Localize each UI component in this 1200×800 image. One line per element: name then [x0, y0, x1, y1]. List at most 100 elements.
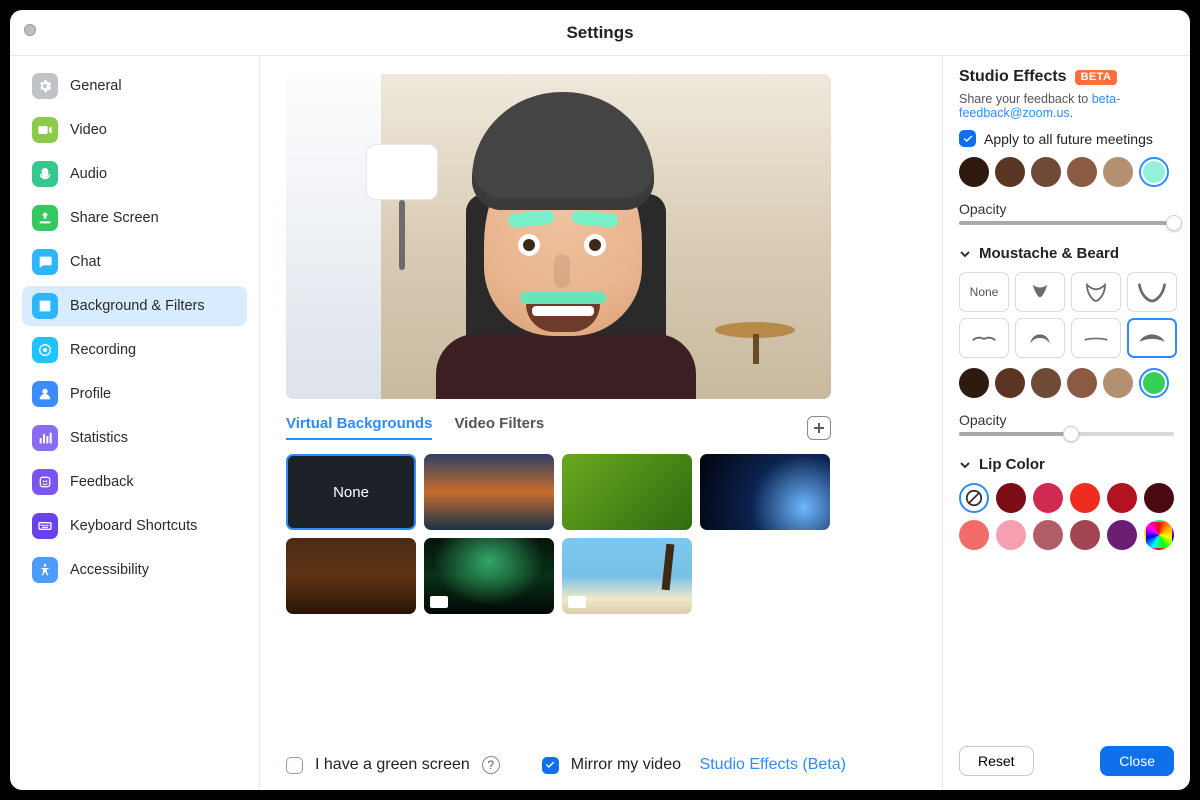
close-window-icon[interactable]	[24, 24, 36, 36]
chat-icon	[32, 249, 58, 275]
add-background-button[interactable]	[807, 416, 831, 440]
profile-icon	[32, 381, 58, 407]
background-thumb-hall[interactable]	[286, 538, 416, 614]
sidebar-item-video[interactable]: Video	[22, 110, 247, 150]
sidebar-item-general[interactable]: General	[22, 66, 247, 106]
close-button[interactable]: Close	[1100, 746, 1174, 776]
mirror-video-checkbox[interactable]	[542, 757, 559, 774]
mirror-video-label: Mirror my video	[571, 756, 681, 774]
studio-effects-title: Studio Effects	[959, 68, 1067, 86]
eyebrow-color-swatch[interactable]	[1139, 157, 1169, 187]
sidebar-item-feedback[interactable]: Feedback	[22, 462, 247, 502]
beard-options: None	[959, 272, 1174, 358]
studio-effects-panel: Studio Effects BETA Share your feedback …	[942, 56, 1190, 790]
background-thumb-aurora[interactable]	[424, 538, 554, 614]
eyebrow-color-swatches	[959, 157, 1174, 187]
eyebrow-color-swatch[interactable]	[1031, 157, 1061, 187]
background-thumb-grass[interactable]	[562, 454, 692, 530]
beard-color-swatch[interactable]	[959, 368, 989, 398]
video-preview	[286, 74, 831, 399]
eyebrow-color-swatch[interactable]	[959, 157, 989, 187]
beard-option-goatee[interactable]	[1071, 272, 1121, 312]
sidebar-item-chat[interactable]: Chat	[22, 242, 247, 282]
beard-color-swatch[interactable]	[1139, 368, 1169, 398]
tab-virtual-backgrounds[interactable]: Virtual Backgrounds	[286, 415, 432, 440]
lip-color-swatch[interactable]	[959, 520, 989, 550]
recording-icon	[32, 337, 58, 363]
background-thumb-none[interactable]: None	[286, 454, 416, 530]
green-screen-checkbox[interactable]	[286, 757, 303, 774]
sidebar-item-shortcuts[interactable]: Keyboard Shortcuts	[22, 506, 247, 546]
beard-opacity-slider[interactable]	[959, 432, 1174, 436]
beta-badge: BETA	[1075, 70, 1118, 85]
lip-color-swatch[interactable]	[996, 520, 1026, 550]
sidebar-item-label: Keyboard Shortcuts	[70, 518, 197, 534]
bgfilters-icon	[32, 293, 58, 319]
stats-icon	[32, 425, 58, 451]
background-thumb-earth[interactable]	[700, 454, 830, 530]
sidebar-item-stats[interactable]: Statistics	[22, 418, 247, 458]
green-screen-help-icon[interactable]: ?	[482, 756, 500, 774]
lip-color-swatches	[959, 483, 1174, 550]
beard-option-handlebar[interactable]	[1015, 318, 1065, 358]
beard-option-chinstrap[interactable]	[1127, 272, 1177, 312]
lip-color-swatch[interactable]	[1070, 483, 1100, 513]
beard-color-swatch[interactable]	[1067, 368, 1097, 398]
lip-color-swatch[interactable]	[1144, 483, 1174, 513]
audio-icon	[32, 161, 58, 187]
main-panel: Virtual Backgrounds Video Filters None I…	[260, 56, 942, 790]
eyebrow-color-swatch[interactable]	[1067, 157, 1097, 187]
beard-option-soulpatch[interactable]	[1015, 272, 1065, 312]
beard-option-thin-stache[interactable]	[959, 318, 1009, 358]
sidebar-item-label: Profile	[70, 386, 111, 402]
video-icon	[32, 117, 58, 143]
sidebar-item-profile[interactable]: Profile	[22, 374, 247, 414]
background-thumb-bridge[interactable]	[424, 454, 554, 530]
studio-effects-link[interactable]: Studio Effects (Beta)	[700, 756, 846, 774]
lip-color-swatch[interactable]	[1033, 483, 1063, 513]
lip-color-swatch[interactable]	[996, 483, 1026, 513]
sidebar-item-label: General	[70, 78, 122, 94]
chevron-down-icon	[959, 459, 971, 471]
apply-all-checkbox[interactable]	[959, 130, 976, 147]
reset-button[interactable]: Reset	[959, 746, 1034, 776]
lip-color-swatch[interactable]	[1107, 483, 1137, 513]
lip-color-swatch[interactable]	[1033, 520, 1063, 550]
feedback-text: Share your feedback to beta-feedback@zoo…	[959, 92, 1174, 120]
lip-color-swatch[interactable]	[1107, 520, 1137, 550]
sidebar-item-label: Feedback	[70, 474, 134, 490]
eyebrow-color-swatch[interactable]	[1103, 157, 1133, 187]
sidebar-item-label: Audio	[70, 166, 107, 182]
beard-color-swatch[interactable]	[1031, 368, 1061, 398]
sidebar-item-label: Share Screen	[70, 210, 159, 226]
background-thumb-beach[interactable]	[562, 538, 692, 614]
beard-option-pencil[interactable]	[1071, 318, 1121, 358]
none-icon	[965, 489, 983, 507]
sidebar-item-label: Video	[70, 122, 107, 138]
beard-option-none[interactable]: None	[959, 272, 1009, 312]
lip-color-none[interactable]	[959, 483, 989, 513]
sidebar-item-audio[interactable]: Audio	[22, 154, 247, 194]
eyebrow-opacity-slider[interactable]	[959, 221, 1174, 225]
lip-color-custom[interactable]	[1144, 520, 1174, 550]
section-moustache-beard[interactable]: Moustache & Beard	[959, 245, 1174, 262]
beard-option-thick-stache[interactable]	[1127, 318, 1177, 358]
window-controls	[24, 24, 36, 36]
beard-color-swatch[interactable]	[995, 368, 1025, 398]
tab-video-filters[interactable]: Video Filters	[454, 415, 544, 440]
video-badge-icon	[430, 596, 448, 608]
beard-color-swatch[interactable]	[1103, 368, 1133, 398]
sidebar-item-a11y[interactable]: Accessibility	[22, 550, 247, 590]
eyebrow-color-swatch[interactable]	[995, 157, 1025, 187]
sidebar-item-recording[interactable]: Recording	[22, 330, 247, 370]
tab-row: Virtual Backgrounds Video Filters	[286, 415, 831, 440]
sidebar-item-label: Background & Filters	[70, 298, 205, 314]
eyebrow-opacity-label: Opacity	[959, 201, 1174, 217]
sidebar-item-share[interactable]: Share Screen	[22, 198, 247, 238]
section-lip-color[interactable]: Lip Color	[959, 456, 1174, 473]
sidebar-item-label: Chat	[70, 254, 101, 270]
lip-color-swatch[interactable]	[1070, 520, 1100, 550]
apply-all-label: Apply to all future meetings	[984, 131, 1153, 147]
background-thumbnails: None	[286, 454, 916, 614]
sidebar-item-bgfilters[interactable]: Background & Filters	[22, 286, 247, 326]
